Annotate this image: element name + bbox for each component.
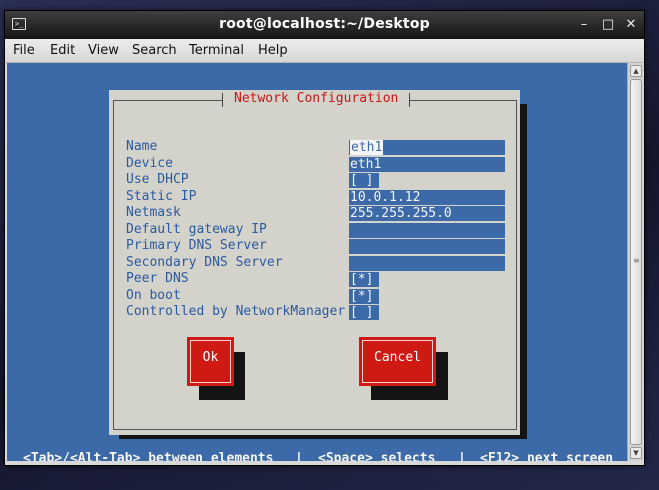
status-bar: <Tab>/<Alt-Tab> between elements | <Spac… <box>7 451 627 461</box>
on-boot-label: On boot <box>126 288 181 303</box>
primary-dns-field[interactable] <box>349 239 505 254</box>
default-gateway-label: Default gateway IP <box>126 222 267 237</box>
nm-controlled-checkbox[interactable]: [ ] <box>349 305 379 320</box>
status-f12-hint: <F12> next screen <box>480 451 614 461</box>
menu-search[interactable]: Search <box>132 43 177 58</box>
scroll-thumb[interactable]: ≡ <box>630 79 642 445</box>
cancel-button[interactable]: Cancel <box>359 337 436 386</box>
desktop-background: >_ root@localhost:~/Desktop – □ ✕ File E… <box>0 0 659 490</box>
primary-dns-label: Primary DNS Server <box>126 238 267 253</box>
scroll-up-icon[interactable]: ▲ <box>630 65 642 77</box>
cancel-button-label: Cancel <box>374 350 421 365</box>
default-gateway-field[interactable] <box>349 223 505 238</box>
scroll-down-icon[interactable]: ▼ <box>630 447 642 459</box>
status-tab-hint: <Tab>/<Alt-Tab> between elements <box>23 451 274 461</box>
netmask-label: Netmask <box>126 205 181 220</box>
status-space-hint: <Space> selects <box>318 451 436 461</box>
terminal-screen[interactable]: Network Configuration Name eth1 Device e… <box>7 63 627 461</box>
network-configuration-dialog: Network Configuration Name eth1 Device e… <box>109 90 520 435</box>
terminal-window: >_ root@localhost:~/Desktop – □ ✕ File E… <box>4 10 645 466</box>
dialog-title: Network Configuration <box>222 90 411 108</box>
nm-controlled-label: Controlled by NetworkManager <box>126 304 346 319</box>
maximize-icon[interactable]: □ <box>599 16 617 34</box>
menu-bar: File Edit View Search Terminal Help <box>5 39 644 63</box>
menu-view[interactable]: View <box>88 43 119 58</box>
use-dhcp-label: Use DHCP <box>126 172 189 187</box>
use-dhcp-checkbox[interactable]: [ ] <box>349 173 379 188</box>
name-field[interactable]: eth1 <box>349 140 505 155</box>
secondary-dns-field[interactable] <box>349 256 505 271</box>
status-separator-1: | <box>295 451 303 461</box>
title-bar[interactable]: >_ root@localhost:~/Desktop – □ ✕ <box>5 11 644 39</box>
peer-dns-label: Peer DNS <box>126 271 189 286</box>
netmask-field[interactable]: 255.255.255.0 <box>349 206 505 221</box>
menu-file[interactable]: File <box>13 43 35 58</box>
device-label: Device <box>126 156 173 171</box>
status-separator-2: | <box>458 451 466 461</box>
secondary-dns-label: Secondary DNS Server <box>126 255 283 270</box>
static-ip-label: Static IP <box>126 189 197 204</box>
on-boot-checkbox[interactable]: [*] <box>349 289 379 304</box>
name-value: eth1 <box>350 140 384 155</box>
name-label: Name <box>126 139 158 154</box>
menu-terminal[interactable]: Terminal <box>189 43 244 58</box>
minimize-icon[interactable]: – <box>575 16 593 34</box>
grip-icon: ≡ <box>633 256 640 265</box>
vertical-scrollbar[interactable]: ▲ ≡ ▼ <box>627 63 643 461</box>
menu-edit[interactable]: Edit <box>50 43 75 58</box>
peer-dns-checkbox[interactable]: [*] <box>349 272 379 287</box>
ok-button-label: Ok <box>202 350 219 365</box>
menu-help[interactable]: Help <box>258 43 288 58</box>
close-icon[interactable]: ✕ <box>622 16 640 34</box>
ok-button[interactable]: Ok <box>187 337 234 386</box>
static-ip-field[interactable]: 10.0.1.12 <box>349 190 505 205</box>
window-title: root@localhost:~/Desktop <box>219 16 430 32</box>
device-field[interactable]: eth1 <box>349 157 505 172</box>
